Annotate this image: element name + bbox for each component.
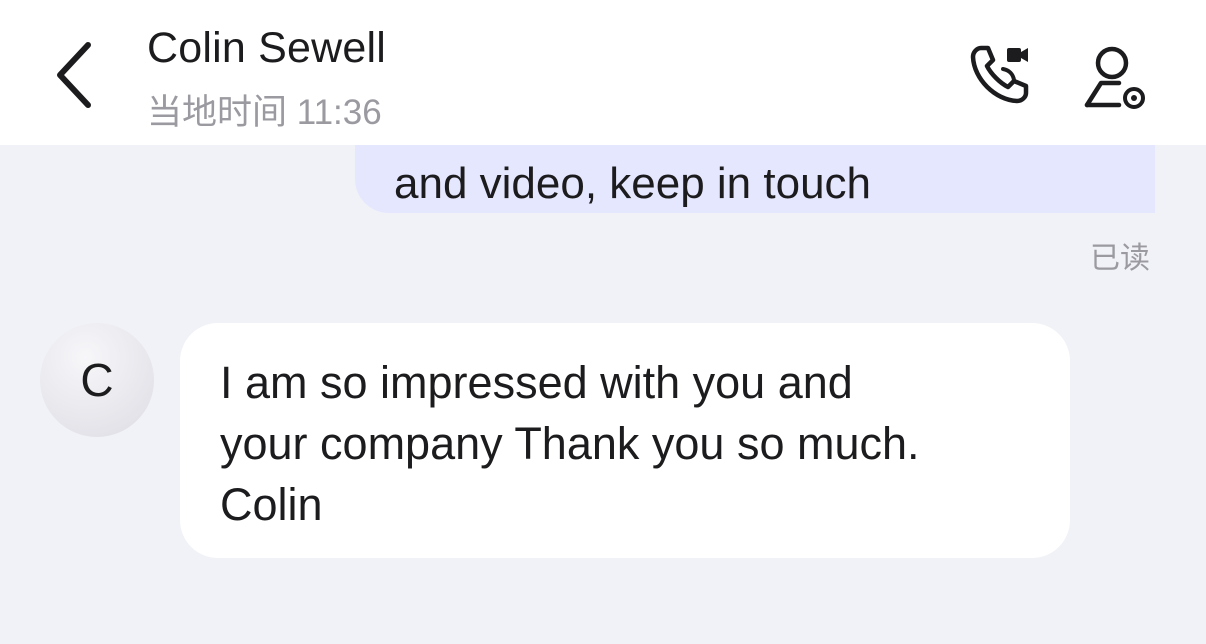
message-list[interactable]: and video, keep in touch 已读 C I am so im… [0,145,1206,644]
contact-settings-button[interactable] [1074,34,1156,116]
incoming-message-bubble[interactable]: I am so impressed with you and your comp… [180,323,1070,558]
read-receipt: 已读 [1090,242,1150,275]
local-time: 当地时间 11:36 [147,93,382,132]
contact-name: Colin Sewell [147,24,387,72]
avatar[interactable]: C [40,323,154,437]
incoming-message-text: I am so impressed with you and your comp… [220,357,920,530]
avatar-initial: C [80,354,114,406]
call-button[interactable] [958,34,1040,116]
phone-video-icon [970,45,1029,104]
chevron-left-icon [57,42,91,108]
user-settings-icon [1084,46,1145,109]
chat-header: Colin Sewell 当地时间 11:36 [0,0,1206,145]
back-button[interactable] [40,30,110,120]
outgoing-message-text: and video, keep in touch [394,159,872,208]
outgoing-message-bubble[interactable]: and video, keep in touch [355,145,1155,213]
